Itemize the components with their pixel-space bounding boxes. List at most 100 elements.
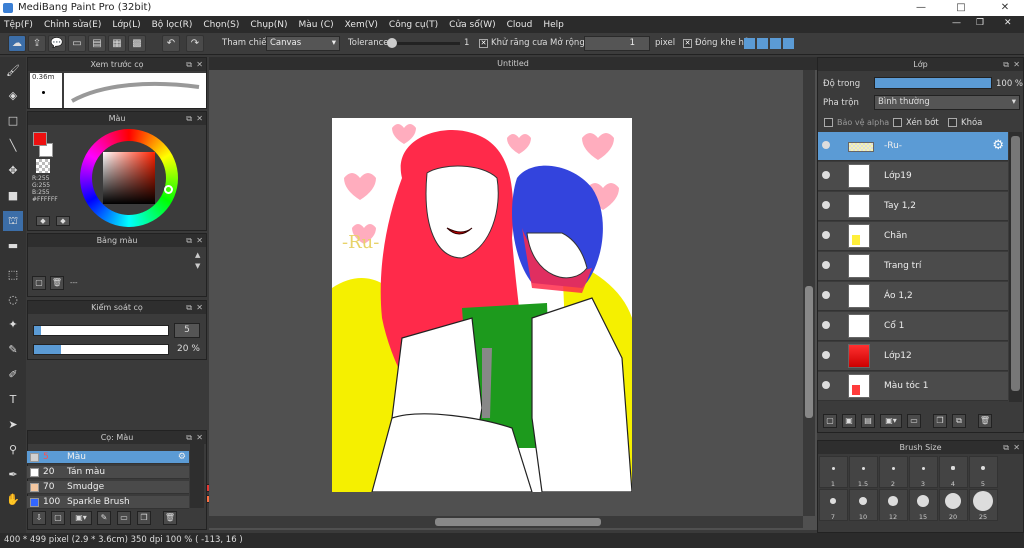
duplicate-layer-icon[interactable]: ❐ [933, 414, 947, 428]
pen-tool-icon[interactable]: ✒ [3, 465, 23, 485]
new-layer-icon[interactable]: ▢ [823, 414, 837, 428]
cloud-icon[interactable]: ☁ [8, 35, 26, 52]
menu-cloud[interactable]: Cloud [507, 20, 533, 30]
document-tab[interactable]: Untitled [209, 57, 817, 70]
add-layer-menu-icon[interactable]: ▣▾ [880, 414, 902, 428]
primary-color-swatch[interactable] [33, 132, 47, 146]
inner-minimize-button[interactable]: — [952, 18, 961, 28]
brush-list-item[interactable]: 70 Smudge [27, 481, 189, 494]
inner-restore-button[interactable]: ❐ [976, 18, 984, 28]
brush-size-value[interactable]: 5 [174, 323, 200, 338]
layer-item[interactable]: Lớp19 [818, 162, 1008, 191]
layer-item[interactable]: Lớp12 [818, 342, 1008, 371]
brush-setting-icon[interactable]: ✎ [97, 511, 111, 525]
eye-icon[interactable] [822, 291, 830, 299]
layer-item[interactable]: -Ru- ⚙ [818, 132, 1008, 161]
brush-list-item[interactable]: 100 Sparkle Brush [27, 496, 189, 509]
vertical-scroll-thumb[interactable] [805, 286, 813, 418]
brush-add-icon[interactable]: ▣▾ [70, 511, 92, 525]
popout-icon[interactable]: ⧉ [1003, 58, 1009, 71]
menu-edit[interactable]: Chỉnh sửa(E) [44, 20, 101, 30]
brush-list-item[interactable]: 5 Màu ⚙ [27, 451, 189, 464]
inner-close-button[interactable]: ✕ [1004, 18, 1012, 28]
layer-opacity-slider[interactable] [874, 77, 992, 89]
magic-wand-icon[interactable]: ✦ [3, 315, 23, 335]
eraser-tool-icon[interactable]: ◈ [3, 86, 23, 106]
blend-select[interactable]: Bình thường ▾ [874, 95, 1020, 110]
eyedropper-icon[interactable]: ⚲ [3, 440, 23, 460]
close-icon[interactable]: ✕ [196, 234, 203, 247]
gear-icon[interactable]: ⚙ [178, 451, 186, 464]
saturation-value-square[interactable] [103, 152, 155, 204]
brush-list-item[interactable]: 20 Tán màu [27, 466, 189, 479]
alpha-protect-checkbox[interactable] [824, 118, 833, 127]
eye-icon[interactable] [822, 261, 830, 269]
rect-tool-icon[interactable]: □ [3, 111, 23, 131]
menu-select[interactable]: Chọn(S) [203, 20, 239, 30]
eye-icon[interactable] [822, 171, 830, 179]
layer-item[interactable]: Chăn [818, 222, 1008, 251]
tolerance-slider[interactable] [388, 42, 460, 45]
hue-handle[interactable] [164, 185, 173, 194]
menu-filter[interactable]: Bộ lọc(R) [152, 20, 193, 30]
antialias-checkbox[interactable]: ✕ [479, 39, 488, 48]
gap-level-4[interactable] [783, 38, 794, 49]
horizontal-scroll-thumb[interactable] [435, 518, 601, 526]
color-option-icon[interactable]: ◆ [36, 216, 50, 226]
tolerance-slider-handle[interactable] [387, 38, 397, 48]
palette-scroll-up-icon[interactable]: ▲ [195, 251, 200, 259]
comment-icon[interactable]: 💬 [48, 35, 66, 52]
close-icon[interactable]: ✕ [1013, 58, 1020, 71]
menu-color[interactable]: Màu (C) [299, 20, 334, 30]
select-pen-icon[interactable]: ✎ [3, 340, 23, 360]
eye-icon[interactable] [822, 381, 830, 389]
reference-select[interactable]: Canvas ▾ [266, 36, 340, 51]
transparent-swatch[interactable] [36, 159, 50, 173]
brush-size-slider[interactable] [33, 325, 169, 336]
grid-icon[interactable]: ▩ [128, 35, 146, 52]
eye-icon[interactable] [822, 321, 830, 329]
palette-scroll-down-icon[interactable]: ▼ [195, 262, 200, 270]
brush-delete-icon[interactable]: 🗑 [163, 511, 177, 525]
delete-palette-icon[interactable]: 🗑 [50, 276, 64, 290]
layer-item[interactable]: Màu tóc 1 [818, 372, 1008, 401]
brush-tool-icon[interactable]: 🖌 [3, 61, 23, 81]
menu-tools[interactable]: Công cụ(T) [389, 20, 438, 30]
menu-window[interactable]: Cửa sổ(W) [449, 20, 495, 30]
horizontal-scrollbar[interactable] [209, 516, 803, 528]
popout-icon[interactable]: ⧉ [186, 234, 192, 247]
gap-level-3[interactable] [770, 38, 781, 49]
layer-item[interactable]: Tay 1,2 [818, 192, 1008, 221]
delete-layer-icon[interactable]: 🗑 [978, 414, 992, 428]
eye-icon[interactable] [822, 201, 830, 209]
brush-opacity-slider[interactable] [33, 344, 169, 355]
gear-icon[interactable]: ⚙ [992, 138, 1004, 153]
new-8bit-layer-icon[interactable]: ▤ [861, 414, 875, 428]
layer-item[interactable]: Cổ 1 [818, 312, 1008, 341]
brush-copy-icon[interactable]: ❐ [137, 511, 151, 525]
operation-tool-icon[interactable]: ➤ [3, 415, 23, 435]
artwork-canvas[interactable]: -Ru- [332, 118, 632, 492]
bucket-tool-icon[interactable]: ⛫ [3, 211, 23, 231]
document-icon[interactable]: ▤ [88, 35, 106, 52]
close-gap-checkbox[interactable]: ✕ [683, 39, 692, 48]
color-add-icon[interactable]: ◆ [56, 216, 70, 226]
vertical-scrollbar[interactable] [803, 70, 815, 516]
merge-layer-icon[interactable]: ⧉ [952, 414, 966, 428]
text-tool-icon[interactable]: T [3, 390, 23, 410]
close-icon[interactable]: ✕ [196, 112, 203, 125]
restore-button[interactable]: □ [946, 0, 976, 16]
popout-icon[interactable]: ⧉ [186, 301, 192, 314]
menu-view[interactable]: Xem(V) [345, 20, 378, 30]
layer-item[interactable]: Trang trí [818, 252, 1008, 281]
new-palette-icon[interactable]: ▢ [32, 276, 46, 290]
menu-snap[interactable]: Chụp(N) [250, 20, 287, 30]
close-icon[interactable]: ✕ [196, 431, 203, 444]
layout-icon[interactable]: ▦ [108, 35, 126, 52]
gap-level-1[interactable] [744, 38, 755, 49]
brush-cloud-icon[interactable]: ⇩ [32, 511, 46, 525]
close-icon[interactable]: ✕ [1013, 441, 1020, 454]
new-halftone-layer-icon[interactable]: ▣ [842, 414, 856, 428]
popout-icon[interactable]: ⧉ [186, 431, 192, 444]
popout-icon[interactable]: ⧉ [186, 58, 192, 71]
